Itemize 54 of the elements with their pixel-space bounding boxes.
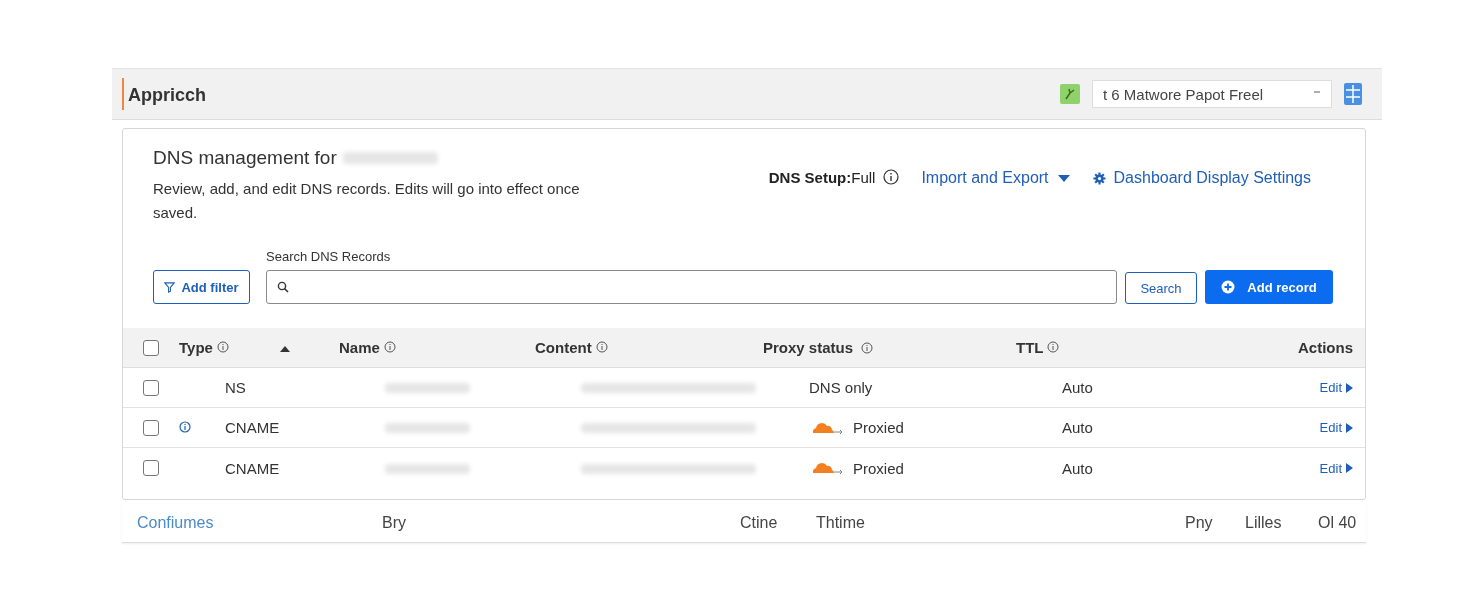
caret-icon (1056, 173, 1071, 183)
table-cell: DNS only (809, 379, 873, 396)
sort-arrow-icon[interactable] (279, 345, 291, 353)
gear-icon (1092, 171, 1106, 185)
search-field[interactable] (266, 270, 1117, 304)
search-button[interactable]: Search (1125, 272, 1197, 304)
dns-setup-label: DNS Setup:Full (768, 169, 876, 186)
row-checkbox[interactable] (143, 460, 159, 476)
column-header[interactable]: Content (535, 339, 763, 356)
footer-text: Lilles (1245, 514, 1282, 532)
edit-link[interactable]: Edit (1319, 460, 1353, 476)
footer-text: Thtime (816, 514, 865, 532)
column-header[interactable]: Proxy status (763, 339, 1016, 356)
info-icon[interactable] (883, 169, 900, 185)
row-checkbox[interactable] (143, 379, 159, 396)
page-title: Appricch (122, 78, 206, 110)
table-cell-text: NS (225, 379, 247, 396)
info-icon[interactable] (179, 421, 191, 433)
table-cell-text: Auto (1062, 419, 1094, 436)
table-cell-text: CNAME (225, 459, 281, 477)
add-filter-button[interactable]: Add filter (153, 270, 250, 304)
table-cell: Proxied (853, 459, 904, 477)
footer-text: Ol 40 (1318, 514, 1357, 532)
footer-text: Pny (1185, 514, 1213, 532)
plan-select[interactable]: t 6 Matwore Papot Freel (1092, 80, 1332, 108)
leaf-icon[interactable] (1060, 84, 1080, 104)
plus-icon (1221, 280, 1236, 294)
column-header[interactable]: Actions (1246, 339, 1365, 356)
search-label: Search DNS Records (266, 249, 392, 264)
footer-link[interactable]: Confiumes (137, 514, 214, 532)
edit-link[interactable]: Edit (1319, 380, 1353, 395)
display-settings-link[interactable]: Dashboard Display Settings (1092, 169, 1311, 187)
play-arrow-icon (1346, 382, 1353, 393)
table-cell-text: Auto (1062, 459, 1094, 477)
table-cell: Proxied (853, 419, 904, 436)
add-record-button[interactable]: Add record (1205, 270, 1333, 304)
grid-icon[interactable] (1344, 83, 1362, 105)
card-description: Review, add, and edit DNS records. Edits will go into effect once saved. (153, 179, 581, 223)
import-export-link[interactable]: Import and Export (921, 169, 1071, 187)
search-icon (277, 281, 289, 293)
column-header[interactable]: TTL (1016, 339, 1246, 356)
play-arrow-icon (1346, 463, 1353, 473)
row-checkbox[interactable] (143, 419, 159, 436)
footer-text: Ctine (740, 514, 778, 532)
select-all-checkbox[interactable] (143, 339, 159, 356)
edit-link[interactable]: Edit (1319, 420, 1353, 435)
play-arrow-icon (1346, 422, 1353, 433)
table-cell-text: Auto (1062, 379, 1094, 396)
filter-icon (164, 281, 176, 293)
footer-text: Bry (382, 514, 406, 532)
card-title: DNS management for (153, 147, 337, 169)
column-header[interactable]: Name (339, 339, 535, 356)
table-cell-text: CNAME (225, 419, 281, 436)
column-header[interactable]: Type (179, 339, 279, 356)
